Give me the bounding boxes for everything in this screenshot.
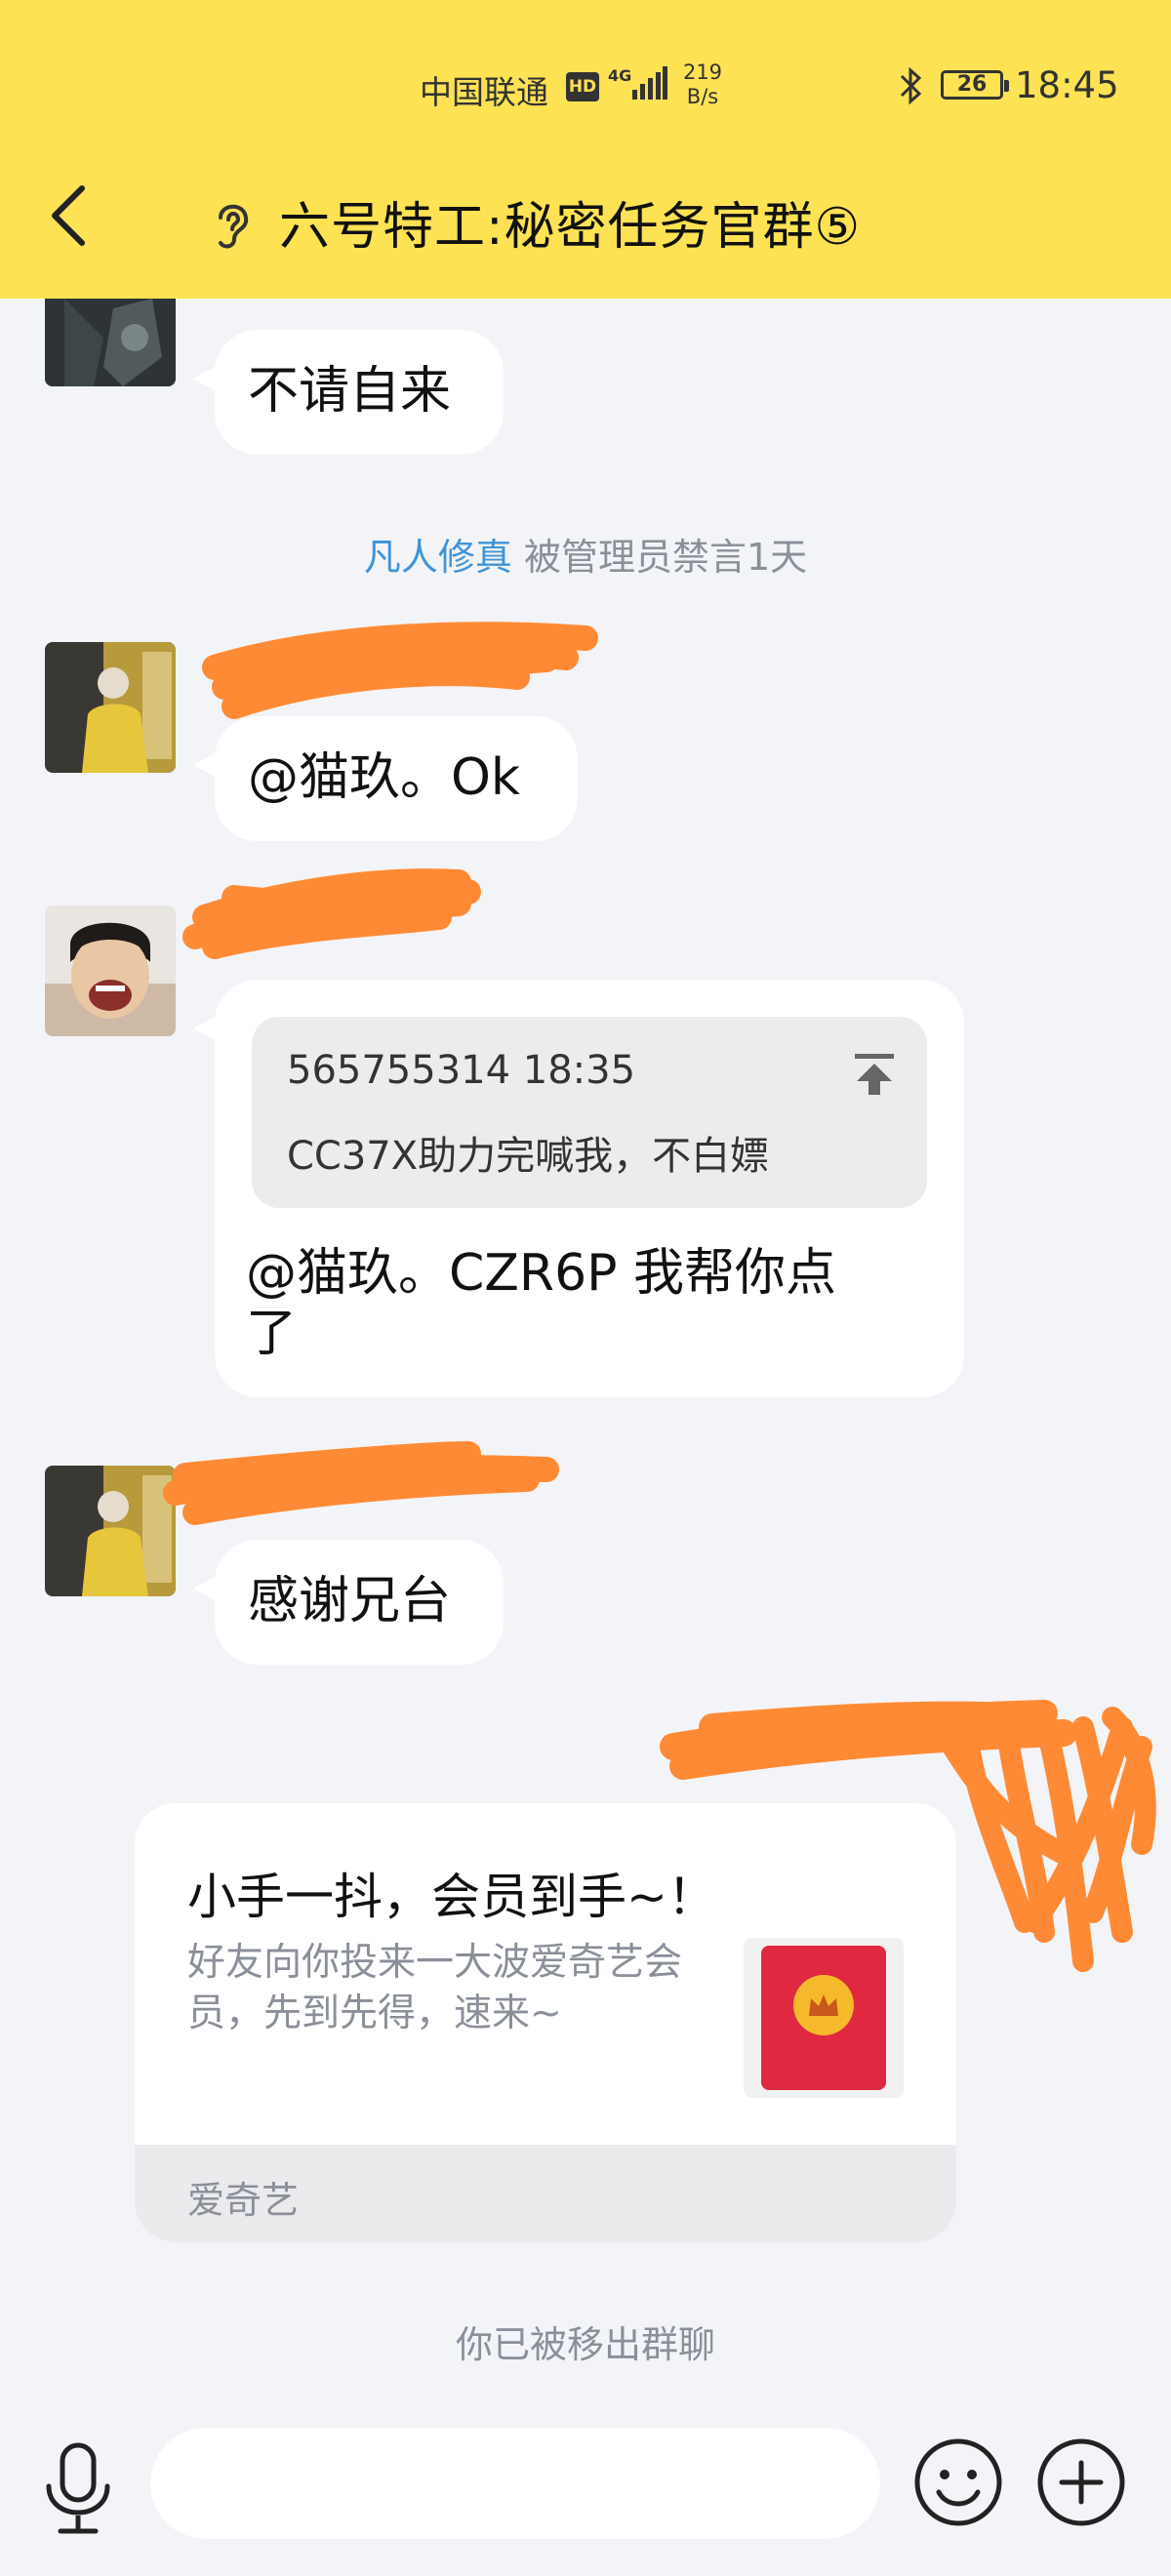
plus-icon[interactable] xyxy=(1036,2437,1126,2527)
chat-title[interactable]: 六号特工:秘密任务官群⑤ xyxy=(279,185,861,259)
hd-badge: HD xyxy=(566,72,599,101)
status-time: 18:45 xyxy=(1015,64,1119,106)
message-text: @猫玖。CZR6P 我帮你点 xyxy=(246,1244,837,1303)
speed-unit: B/s xyxy=(686,85,719,108)
message-bubble[interactable]: 不请自来 xyxy=(193,330,504,455)
muted-user-link[interactable]: 凡人修真 xyxy=(364,536,512,579)
card-description: 好友向你投来一大波爱奇艺会员，先到先得，速来~ xyxy=(187,1941,683,2035)
card-footer: 爱奇艺 xyxy=(135,2145,956,2242)
red-packet-icon xyxy=(761,1946,886,2090)
redacted-nickname-scribble xyxy=(163,1441,559,1525)
message-bubble[interactable]: @猫玖。Ok xyxy=(193,716,578,841)
avatar[interactable] xyxy=(45,299,176,386)
message-text: 感谢兄台 xyxy=(248,1572,452,1630)
top-bar: 中国联通 HD 4G 219 B/s 26 18:45 六号特工:秘密任务官群⑤ xyxy=(0,0,1171,299)
speed-value: 219 xyxy=(682,60,723,84)
emoji-icon[interactable] xyxy=(913,2437,1003,2527)
mute-notice-text: 被管理员禁言1天 xyxy=(511,536,808,579)
bluetooth-icon xyxy=(900,66,922,105)
avatar-image xyxy=(45,642,176,773)
message-text: @猫玖。Ok xyxy=(248,748,521,807)
system-notice-mute: 凡人修真 被管理员禁言1天 xyxy=(0,527,1171,581)
network-type: 4G xyxy=(608,66,632,85)
quoted-sender-time: 565755314 18:35 xyxy=(287,1048,636,1093)
redacted-nickname-scribble xyxy=(202,622,598,719)
redacted-nickname-scribble xyxy=(182,868,481,959)
avatar-image xyxy=(45,299,176,386)
message-text-continued: 了 xyxy=(246,1305,298,1363)
back-arrow-icon xyxy=(52,185,85,246)
crown-icon xyxy=(809,1994,838,2016)
ear-icon[interactable] xyxy=(207,196,258,253)
message-input[interactable] xyxy=(150,2428,880,2539)
message-text: 不请自来 xyxy=(248,362,452,421)
microphone-icon[interactable] xyxy=(37,2439,119,2537)
jump-to-top-icon[interactable] xyxy=(853,1052,896,1097)
avatar[interactable] xyxy=(45,642,176,773)
input-bar xyxy=(0,2412,1171,2576)
crown-coin-icon xyxy=(793,1975,854,2035)
network-speed: 219 B/s xyxy=(673,60,732,109)
share-card[interactable]: 小手一抖，会员到手~！ 好友向你投来一大波爱奇艺会员，先到先得，速来~ 爱奇艺 xyxy=(135,1803,956,2242)
avatar-image xyxy=(45,906,176,1036)
card-title: 小手一抖，会员到手~！ xyxy=(187,1869,716,1925)
card-source: 爱奇艺 xyxy=(187,2179,300,2222)
avatar[interactable] xyxy=(45,906,176,1036)
battery-indicator: 26 xyxy=(941,70,1009,100)
system-notice-removed: 你已被移出群聊 xyxy=(455,2323,715,2366)
carrier-name: 中国联通 xyxy=(420,73,548,111)
back-button[interactable] xyxy=(39,181,98,250)
card-thumbnail xyxy=(744,1938,904,2098)
quoted-text: CC37X助力完喊我，不白嫖 xyxy=(287,1134,770,1179)
quoted-message[interactable]: 565755314 18:35 CC37X助力完喊我，不白嫖 xyxy=(252,1017,927,1208)
signal-icon xyxy=(632,66,667,100)
message-bubble[interactable]: 感谢兄台 xyxy=(193,1540,504,1665)
